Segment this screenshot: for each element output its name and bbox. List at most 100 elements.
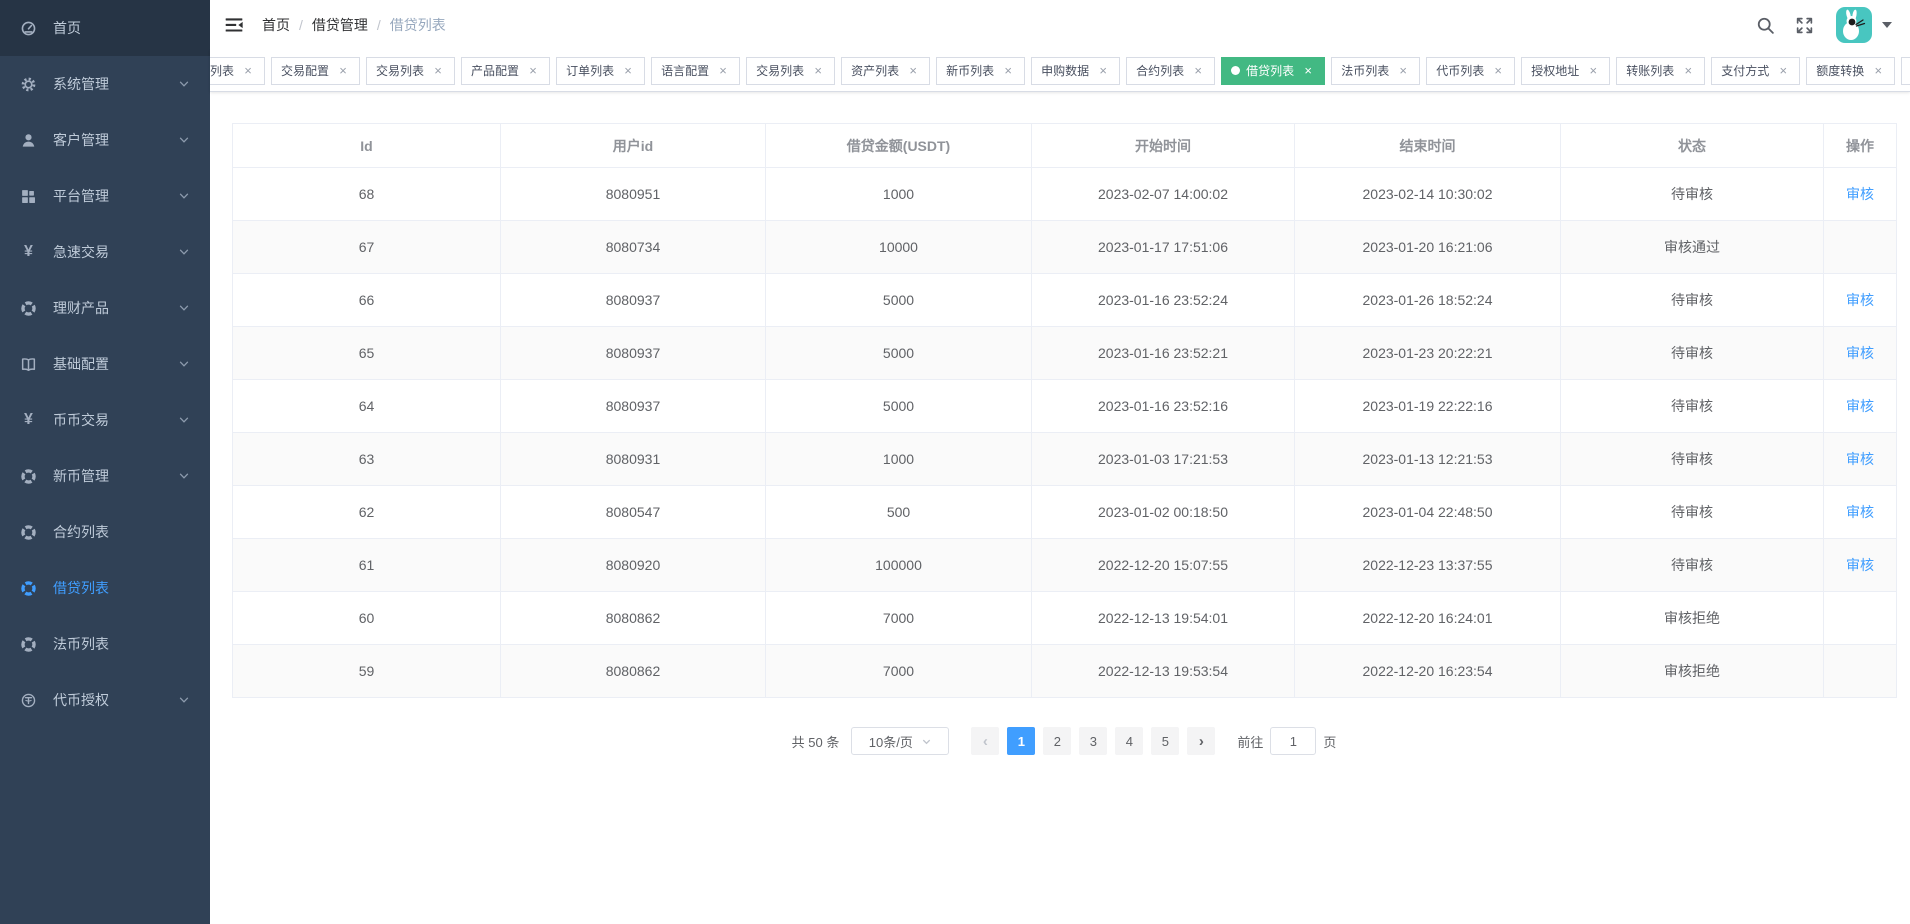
- sidebar-item-home[interactable]: 首页: [0, 0, 210, 56]
- content: Id用户id借贷金额(USDT)开始时间结束时间状态操作 68808095110…: [210, 92, 1910, 924]
- sidebar-item-label: 新币管理: [53, 466, 178, 486]
- tab-close-icon[interactable]: ×: [526, 64, 540, 78]
- sidebar-item-coin-trade[interactable]: ¥币币交易: [0, 392, 210, 448]
- cell-user_id: 8080734: [501, 221, 766, 274]
- page-button-5[interactable]: 5: [1151, 727, 1179, 755]
- tab-close-icon[interactable]: ×: [1001, 64, 1015, 78]
- tab-close-icon[interactable]: ×: [811, 64, 825, 78]
- review-link[interactable]: 审核: [1846, 451, 1874, 467]
- tab-close-icon[interactable]: ×: [906, 64, 920, 78]
- tab-close-icon[interactable]: ×: [1096, 64, 1110, 78]
- tab-资产列表[interactable]: 资产列表×: [841, 57, 930, 85]
- page-button-1[interactable]: 1: [1007, 727, 1035, 755]
- tab-close-icon[interactable]: ×: [336, 64, 350, 78]
- goto-page-input[interactable]: [1270, 727, 1316, 755]
- review-link[interactable]: 审核: [1846, 557, 1874, 573]
- tab-代币列表[interactable]: 代币列表×: [1426, 57, 1515, 85]
- cell-start: 2023-01-17 17:51:06: [1032, 221, 1295, 274]
- cell-amount: 100000: [766, 539, 1032, 592]
- sidebar-item-token-auth[interactable]: 代币授权: [0, 672, 210, 728]
- review-link[interactable]: 审核: [1846, 398, 1874, 414]
- sidebar-item-fiat-list[interactable]: 法币列表: [0, 616, 210, 672]
- cell-action: 审核: [1824, 486, 1897, 539]
- tab-label: 法币列表: [1341, 62, 1389, 79]
- tab-close-icon[interactable]: ×: [716, 64, 730, 78]
- review-link[interactable]: 审核: [1846, 186, 1874, 202]
- cell-id: 59: [233, 645, 501, 698]
- tab-label: 语言配置: [661, 62, 709, 79]
- review-link[interactable]: 审核: [1846, 504, 1874, 520]
- tab-close-icon[interactable]: ×: [431, 64, 445, 78]
- tab-close-icon[interactable]: ×: [1871, 64, 1885, 78]
- tab-法币列表[interactable]: 法币列表 ×: [1331, 57, 1420, 85]
- tab-close-icon[interactable]: ×: [1681, 64, 1695, 78]
- tab-交易列表[interactable]: 交易列表×: [366, 57, 455, 85]
- sidebar-item-express-trade[interactable]: ¥急速交易: [0, 224, 210, 280]
- gear-icon: [20, 76, 37, 93]
- page-size-select[interactable]: 10条/页: [851, 727, 949, 755]
- lifebuoy-icon: [20, 636, 37, 653]
- tab-产品配置[interactable]: 产品配置×: [461, 57, 550, 85]
- fullscreen-icon[interactable]: [1795, 16, 1814, 35]
- sidebar-item-label: 系统管理: [53, 74, 178, 94]
- sidebar-item-platform[interactable]: 平台管理: [0, 168, 210, 224]
- search-icon[interactable]: [1756, 16, 1775, 35]
- tab-授权地址[interactable]: 授权地址×: [1521, 57, 1610, 85]
- cell-id: 68: [233, 168, 501, 221]
- page-button-4[interactable]: 4: [1115, 727, 1143, 755]
- avatar[interactable]: [1836, 7, 1872, 43]
- tab-close-icon[interactable]: ×: [621, 64, 635, 78]
- review-link[interactable]: 审核: [1846, 345, 1874, 361]
- caret-down-icon[interactable]: [1882, 22, 1892, 28]
- cell-end: 2023-01-13 12:21:53: [1295, 433, 1561, 486]
- tab-close-icon[interactable]: ×: [1301, 64, 1315, 78]
- sidebar-item-base-config[interactable]: 基础配置: [0, 336, 210, 392]
- sidebar-item-system[interactable]: 系统管理: [0, 56, 210, 112]
- cell-id: 62: [233, 486, 501, 539]
- table-row: 6180809201000002022-12-20 15:07:552022-1…: [233, 539, 1897, 592]
- cell-action: [1824, 592, 1897, 645]
- prev-page-button[interactable]: ‹: [971, 727, 999, 755]
- tab-新币列表[interactable]: 新币列表×: [936, 57, 1025, 85]
- yen-icon: ¥: [20, 244, 37, 261]
- sidebar-item-new-coin[interactable]: 新币管理: [0, 448, 210, 504]
- tab-额度转换[interactable]: 额度转换×: [1806, 57, 1895, 85]
- tab-close-icon[interactable]: ×: [1491, 64, 1505, 78]
- tab-close-icon[interactable]: ×: [241, 64, 255, 78]
- breadcrumb-item[interactable]: 首页: [262, 15, 290, 35]
- tab-close-icon[interactable]: ×: [1191, 64, 1205, 78]
- tab-借贷列表[interactable]: 借贷列表×: [1221, 57, 1325, 85]
- sidebar-item-contract-list[interactable]: 合约列表: [0, 504, 210, 560]
- tab-语言配置[interactable]: 语言配置 ×: [651, 57, 740, 85]
- tab-交易列表[interactable]: 交易列表×: [746, 57, 835, 85]
- sidebar-item-customer[interactable]: 客户管理: [0, 112, 210, 168]
- sidebar-item-loan-list[interactable]: 借贷列表: [0, 560, 210, 616]
- page-button-2[interactable]: 2: [1043, 727, 1071, 755]
- tab-分销管理[interactable]: 分销管理×: [1901, 57, 1910, 85]
- page-button-3[interactable]: 3: [1079, 727, 1107, 755]
- sidebar-item-label: 币币交易: [53, 410, 178, 430]
- next-page-button[interactable]: ›: [1187, 727, 1215, 755]
- sidebar-item-wealth[interactable]: 理财产品: [0, 280, 210, 336]
- tab-label: 转账列表: [1626, 62, 1674, 79]
- tab-支付方式[interactable]: 支付方式×: [1711, 57, 1800, 85]
- tab-close-icon[interactable]: ×: [1776, 64, 1790, 78]
- tab-申购数据[interactable]: 申购数据×: [1031, 57, 1120, 85]
- tab-合约列表[interactable]: 合约列表×: [1126, 57, 1215, 85]
- sidebar: 首页系统管理客户管理平台管理¥急速交易理财产品基础配置¥币币交易新币管理合约列表…: [0, 0, 210, 924]
- tab-close-icon[interactable]: ×: [1586, 64, 1600, 78]
- tab-币种列表[interactable]: 币种列表×: [210, 57, 265, 85]
- user-icon: [20, 132, 37, 149]
- review-link[interactable]: 审核: [1846, 292, 1874, 308]
- cell-end: 2022-12-20 16:23:54: [1295, 645, 1561, 698]
- active-tab-dot: [1231, 66, 1240, 75]
- tab-close-icon[interactable]: ×: [1396, 64, 1410, 78]
- cell-id: 65: [233, 327, 501, 380]
- cell-user_id: 8080951: [501, 168, 766, 221]
- tab-转账列表[interactable]: 转账列表 ×: [1616, 57, 1705, 85]
- tab-订单列表[interactable]: 订单列表×: [556, 57, 645, 85]
- sidebar-collapse-icon[interactable]: [224, 15, 244, 35]
- tab-交易配置[interactable]: 交易配置×: [271, 57, 360, 85]
- table-row: 678080734100002023-01-17 17:51:062023-01…: [233, 221, 1897, 274]
- breadcrumb-item[interactable]: 借贷管理: [312, 15, 368, 35]
